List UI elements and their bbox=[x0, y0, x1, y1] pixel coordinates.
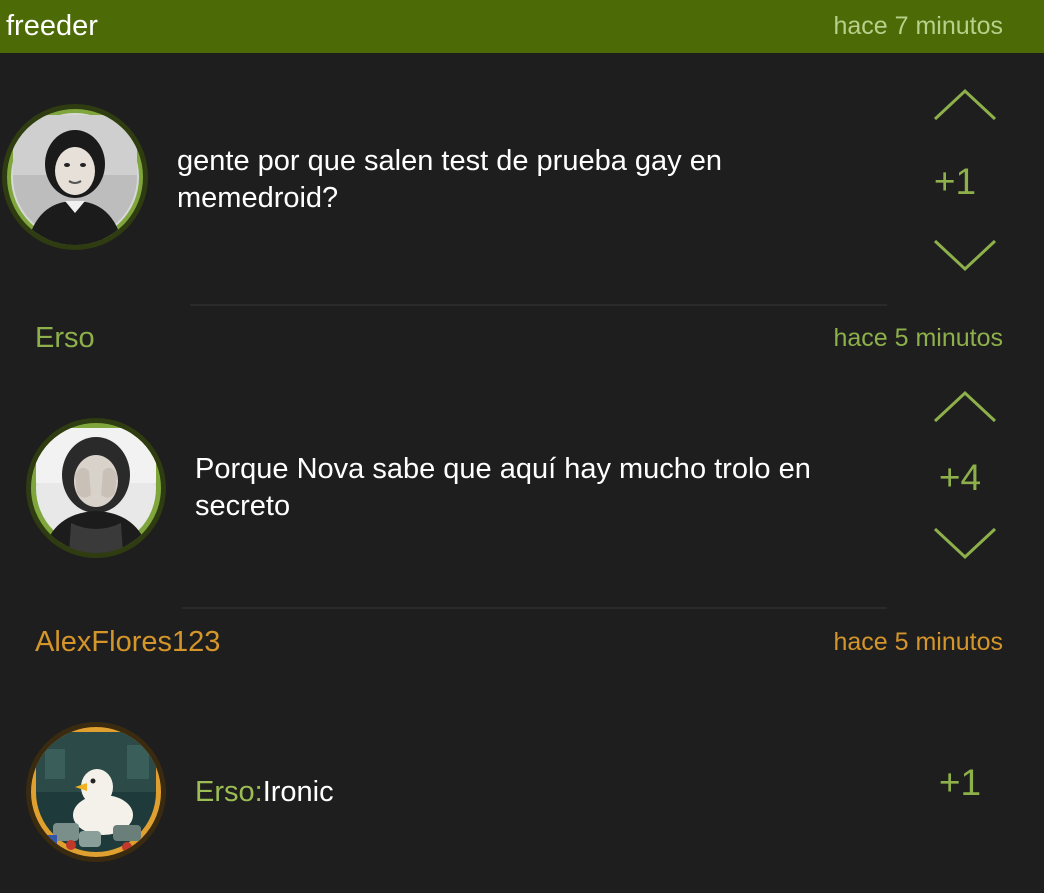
chevron-down-icon bbox=[933, 527, 997, 560]
comment-score: +1 bbox=[933, 161, 977, 202]
avatar-duck-illustration-icon bbox=[36, 732, 156, 852]
downvote-button[interactable] bbox=[932, 524, 998, 564]
comment-divider bbox=[182, 607, 887, 609]
comment-score: +4 bbox=[938, 457, 982, 498]
user-avatar[interactable] bbox=[2, 104, 148, 250]
downvote-button[interactable] bbox=[932, 236, 998, 276]
chevron-up-icon bbox=[933, 88, 997, 121]
user-avatar[interactable] bbox=[26, 418, 166, 558]
comment-timestamp: hace 7 minutos bbox=[833, 12, 1003, 40]
comment-text: Erso:Ironic bbox=[195, 774, 885, 811]
comments-screen: freeder hace 7 minutos gente por que sal… bbox=[0, 0, 1044, 893]
comment-divider bbox=[190, 304, 887, 306]
comment-username[interactable]: Erso bbox=[35, 320, 95, 356]
avatar-photo-woman-bw-icon bbox=[36, 428, 156, 553]
upvote-button[interactable] bbox=[932, 388, 998, 428]
user-avatar[interactable] bbox=[26, 722, 166, 862]
chevron-down-icon bbox=[933, 239, 997, 272]
avatar-photo-girl-bw-icon bbox=[11, 113, 139, 245]
comment-score: +1 bbox=[938, 762, 982, 803]
chevron-up-icon bbox=[933, 390, 997, 423]
comment-mention[interactable]: Erso: bbox=[195, 776, 263, 808]
comment-username[interactable]: AlexFlores123 bbox=[35, 624, 220, 660]
comment-text: gente por que salen test de prueba gay e… bbox=[177, 145, 722, 214]
comment-username[interactable]: freeder bbox=[6, 8, 98, 44]
comment-timestamp: hace 5 minutos bbox=[833, 628, 1003, 656]
upvote-button[interactable] bbox=[932, 86, 998, 126]
comment-body: Ironic bbox=[262, 776, 334, 808]
comment-timestamp: hace 5 minutos bbox=[833, 324, 1003, 352]
comment-text: Porque Nova sabe que aquí hay mucho trol… bbox=[195, 453, 811, 522]
